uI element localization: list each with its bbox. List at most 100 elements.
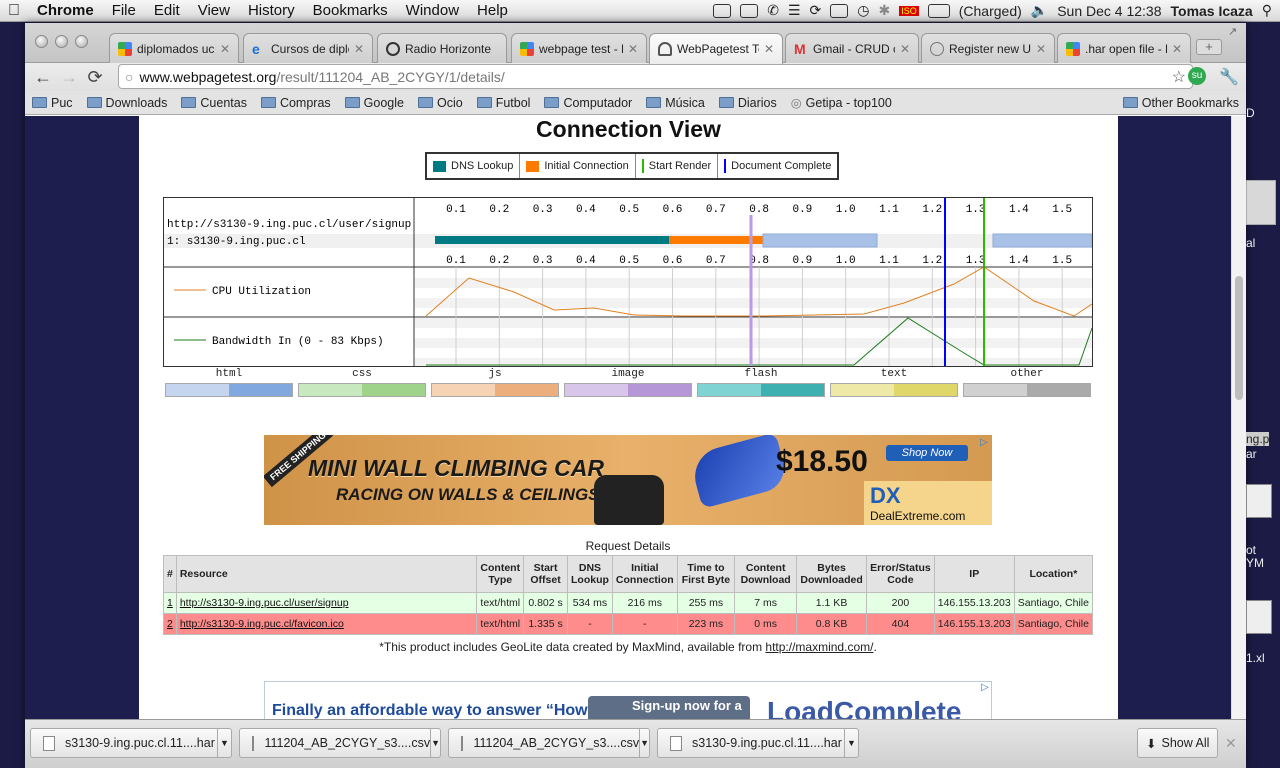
input-source-icon[interactable]: ISO — [899, 5, 919, 16]
tab-webpagetest[interactable]: WebPagetest Tes ✕ — [649, 33, 783, 64]
bookmark-compras[interactable]: Compras — [254, 96, 338, 110]
maxmind-link[interactable]: http://maxmind.com/ — [765, 640, 873, 654]
tab-register[interactable]: Register new Use ✕ — [921, 33, 1055, 63]
fullscreen-icon[interactable]: ↗ — [1228, 25, 1237, 38]
minimize-window-button[interactable] — [55, 35, 68, 48]
request-number-link[interactable]: 2 — [167, 618, 173, 630]
new-tab-button[interactable]: + — [1196, 39, 1222, 55]
column-header[interactable]: Bytes Downloaded — [796, 555, 868, 593]
tab-close-icon[interactable]: ✕ — [354, 42, 364, 56]
download-item[interactable]: s3130-9.ing.puc.cl.11....har ▼ — [30, 728, 232, 758]
dealextreme-ad[interactable]: FREE SHIPPING MINI WALL CLIMBING CAR RAC… — [264, 435, 992, 525]
bookmark-other[interactable]: Other Bookmarks — [1116, 96, 1246, 110]
bookmark-puc[interactable]: Puc — [25, 96, 80, 110]
menu-app-chrome[interactable]: Chrome — [28, 2, 103, 19]
content-type-text: text — [830, 368, 958, 397]
desktop-file-icon[interactable] — [1246, 180, 1276, 225]
menu-file[interactable]: File — [103, 2, 145, 19]
menu-window[interactable]: Window — [397, 2, 468, 19]
forward-button[interactable]: → — [56, 67, 82, 88]
address-bar[interactable]: ○ www.webpagetest.org/result/111204_AB_2… — [118, 64, 1193, 89]
chevron-down-icon[interactable]: ▼ — [639, 729, 649, 757]
chevron-down-icon[interactable]: ▼ — [844, 729, 858, 757]
chevron-down-icon[interactable]: ▼ — [430, 729, 440, 757]
bookmark-downloads[interactable]: Downloads — [80, 96, 175, 110]
bookmark-futbol[interactable]: Futbol — [470, 96, 538, 110]
chevron-down-icon[interactable]: ▼ — [217, 729, 231, 757]
tab-cursos[interactable]: e Cursos de diplom ✕ — [243, 33, 373, 63]
tab-close-icon[interactable]: ✕ — [220, 42, 230, 56]
column-header[interactable]: DNS Lookup — [567, 555, 613, 593]
time-machine-icon[interactable]: ◷ — [857, 2, 869, 19]
adchoices-icon[interactable]: ▷ — [980, 437, 988, 448]
show-all-downloads-button[interactable]: ⬇ Show All — [1137, 728, 1219, 758]
resource-link[interactable]: http://s3130-9.ing.puc.cl/favicon.ico — [180, 618, 344, 630]
tab-har-open[interactable]: .har open file - E ✕ — [1057, 33, 1191, 63]
phone-icon[interactable]: ✆ — [767, 2, 779, 19]
bookmark-musica[interactable]: Música — [639, 96, 712, 110]
download-item[interactable]: s3130-9.ing.puc.cl.11....har ▼ — [657, 728, 859, 758]
download-item[interactable]: 111204_AB_2CYGY_s3....csv ▼ — [448, 728, 650, 758]
column-header[interactable]: Error/Status Code — [866, 555, 935, 593]
menu-help[interactable]: Help — [468, 2, 517, 19]
bookmark-cuentas[interactable]: Cuentas — [174, 96, 254, 110]
download-item[interactable]: 111204_AB_2CYGY_s3....csv ▼ — [239, 728, 441, 758]
zoom-window-button[interactable] — [75, 35, 88, 48]
tab-close-icon[interactable]: ✕ — [1172, 42, 1182, 56]
menu-history[interactable]: History — [239, 2, 304, 19]
display-icon[interactable] — [830, 3, 849, 18]
wifi-icon[interactable]: ☰ — [788, 2, 801, 19]
adchoices-icon[interactable]: ▷ — [981, 682, 989, 693]
bookmark-google[interactable]: Google — [338, 96, 411, 110]
column-header[interactable]: Location* — [1013, 555, 1094, 593]
tab-close-icon[interactable]: ✕ — [764, 42, 774, 56]
menu-edit[interactable]: Edit — [145, 2, 189, 19]
bluetooth-icon[interactable]: ✱ — [878, 2, 890, 19]
scrollbar-thumb[interactable] — [1235, 276, 1243, 400]
tab-gmail[interactable]: M Gmail - CRUD co ✕ — [785, 33, 919, 63]
loadcomplete-ad[interactable]: Finally an affordable way to answer “How… — [264, 681, 992, 719]
column-header[interactable]: Content Type — [476, 555, 525, 593]
volume-icon[interactable]: 🔈 — [1031, 2, 1048, 19]
wrench-icon[interactable]: 🔧 — [1219, 67, 1239, 87]
menu-view[interactable]: View — [189, 2, 239, 19]
menu-bookmarks[interactable]: Bookmarks — [304, 2, 397, 19]
bookmark-diarios[interactable]: Diarios — [712, 96, 784, 110]
bookmark-computador[interactable]: Computador — [537, 96, 639, 110]
apple-icon[interactable]:  — [0, 2, 28, 20]
battery-icon[interactable] — [927, 3, 950, 18]
ad2-cta[interactable]: Sign-up now for a — [588, 696, 750, 719]
desktop-file-icon[interactable] — [1246, 484, 1272, 518]
column-header[interactable]: Start Offset — [523, 555, 569, 593]
stumbleupon-icon[interactable]: su — [1188, 67, 1206, 85]
mail-icon[interactable] — [740, 3, 759, 18]
bookmark-ocio[interactable]: Ocio — [411, 96, 470, 110]
desktop-file-icon[interactable] — [1246, 600, 1272, 634]
column-header[interactable]: IP — [933, 555, 1015, 593]
column-header[interactable]: Content Download — [734, 555, 798, 593]
column-header[interactable]: Initial Connection — [611, 555, 678, 593]
column-header[interactable]: # — [163, 555, 177, 593]
close-downloads-icon[interactable]: ✕ — [1225, 735, 1237, 752]
user-name[interactable]: Tomas Icaza — [1171, 3, 1253, 19]
request-number-link[interactable]: 1 — [167, 597, 173, 609]
calendar-icon[interactable] — [713, 3, 732, 18]
tab-close-icon[interactable]: ✕ — [1036, 42, 1046, 56]
tab-close-icon[interactable]: ✕ — [900, 42, 910, 56]
tab-diplomados[interactable]: diplomados uc ✕ — [109, 33, 239, 63]
clock[interactable]: Sun Dec 4 12:38 — [1057, 3, 1161, 19]
column-header[interactable]: Time to First Byte — [676, 555, 736, 593]
page-scrollbar[interactable] — [1231, 116, 1246, 719]
shop-now-button[interactable]: Shop Now — [886, 445, 968, 461]
tab-close-icon[interactable]: ✕ — [628, 42, 638, 56]
bookmark-star-icon[interactable]: ☆ — [1172, 67, 1186, 87]
tab-webpage-test-search[interactable]: webpage test - E ✕ — [511, 33, 647, 63]
bookmark-getipa[interactable]: ◎ Getipa - top100 — [784, 95, 899, 111]
tab-radio[interactable]: Radio Horizonte — [377, 33, 507, 63]
sync-icon[interactable]: ⟳ — [810, 2, 822, 19]
close-window-button[interactable] — [35, 35, 48, 48]
column-header[interactable]: Resource — [175, 555, 478, 593]
back-button[interactable]: ← — [30, 67, 56, 88]
reload-button[interactable]: ⟳ — [82, 67, 108, 88]
resource-link[interactable]: http://s3130-9.ing.puc.cl/user/signup — [180, 597, 349, 609]
